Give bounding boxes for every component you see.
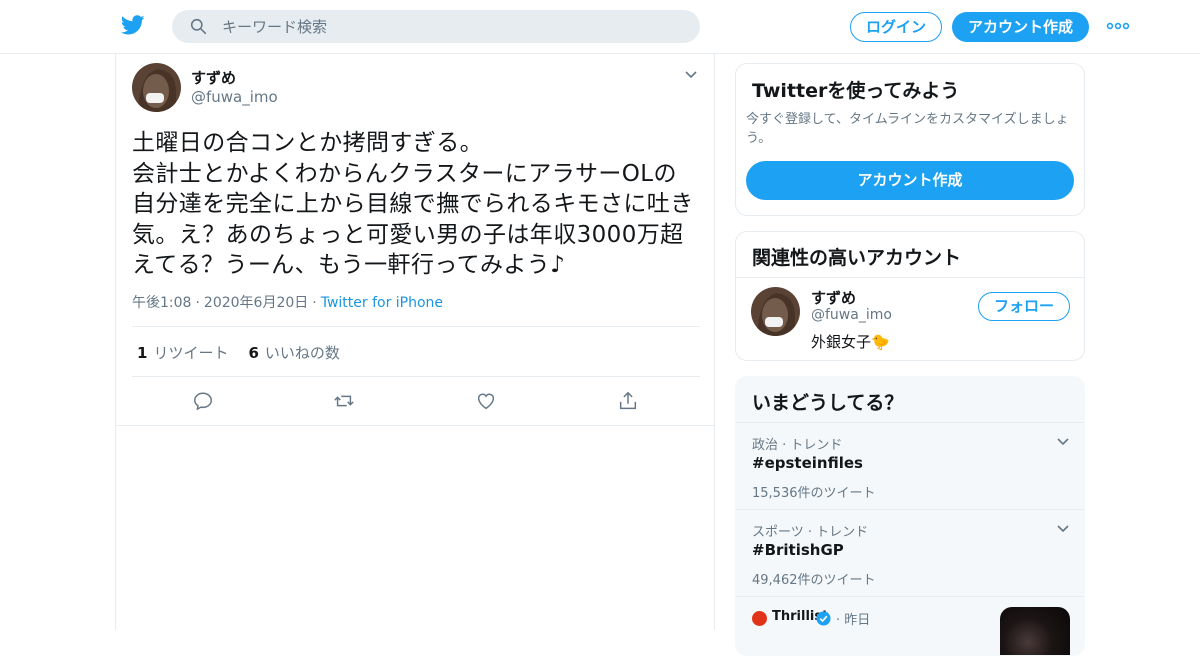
retweet-count: 1 — [137, 344, 148, 362]
tweet-meta: 午後1:08 · 2020年6月20日 · Twitter for iPhone — [132, 292, 443, 312]
retweet-stat[interactable]: 1 リツイート — [137, 344, 228, 362]
avatar-image — [132, 63, 181, 112]
tweet-date[interactable]: 2020年6月20日 — [204, 295, 308, 311]
like-stat[interactable]: 6 いいねの数 — [248, 344, 339, 362]
top-bar: ログイン アカウント作成 — [0, 0, 1200, 54]
signup-card: Twitterを使ってみよう 今すぐ登録して、タイムラインをカスタマイズしましょ… — [735, 63, 1085, 216]
trends-card: いまどうしてる？ 政治 · トレンド #epsteinfiles 15,536件… — [735, 376, 1085, 656]
login-button[interactable]: ログイン — [850, 12, 942, 42]
news-time: · 昨日 — [836, 613, 871, 628]
avatar-image — [751, 287, 800, 336]
trend-item[interactable]: スポーツ · トレンド #BritishGP 49,462件のツイート — [736, 509, 1084, 596]
tweet-text: 土曜日の合コンとか拷問すぎる。 会計士とかよくわからんクラスターにアラサーOLの… — [132, 130, 694, 278]
tweet-stats: 1 リツイート 6 いいねの数 — [137, 342, 340, 363]
source-logo-icon — [752, 611, 767, 626]
search-box[interactable] — [172, 10, 700, 43]
chevron-down-icon[interactable] — [1056, 437, 1070, 447]
author-avatar[interactable] — [132, 63, 181, 112]
divider — [132, 376, 700, 377]
trend-name[interactable]: #BritishGP — [752, 541, 844, 559]
search-icon — [190, 18, 207, 35]
chevron-down-icon[interactable] — [1056, 524, 1070, 534]
trend-item[interactable]: 政治 · トレンド #epsteinfiles 15,536件のツイート — [736, 422, 1084, 509]
signup-card-description: 今すぐ登録して、タイムラインをカスタマイズしましょう。 — [746, 112, 1069, 146]
signup-button[interactable]: アカウント作成 — [952, 12, 1089, 42]
like-label: いいねの数 — [264, 344, 340, 362]
divider — [116, 425, 714, 426]
related-account-name[interactable]: すずめ — [811, 287, 856, 308]
share-icon[interactable] — [617, 390, 639, 412]
more-options-icon[interactable] — [1106, 20, 1130, 32]
retweet-label: リツイート — [153, 344, 229, 362]
related-account-handle[interactable]: @fuwa_imo — [811, 307, 892, 323]
trend-name[interactable]: #epsteinfiles — [752, 454, 863, 472]
divider — [736, 277, 1084, 278]
tweet-time[interactable]: 午後1:08 — [132, 295, 191, 311]
author-handle[interactable]: @fuwa_imo — [191, 88, 278, 106]
trend-context: スポーツ · トレンド — [752, 525, 869, 540]
author-name[interactable]: すずめ — [191, 67, 236, 88]
search-input[interactable] — [222, 10, 682, 43]
reply-icon[interactable] — [192, 390, 214, 412]
trend-count: 15,536件のツイート — [752, 486, 876, 501]
news-thumbnail[interactable] — [1000, 607, 1070, 655]
related-accounts-title: 関連性の高いアカウント — [752, 247, 962, 269]
follow-button[interactable]: フォロー — [978, 292, 1070, 321]
divider — [132, 326, 700, 327]
tweet-column: すずめ @fuwa_imo 土曜日の合コンとか拷問すぎる。 会計士とかよくわから… — [115, 54, 715, 630]
trends-title: いまどうしてる？ — [752, 392, 904, 414]
trend-context: 政治 · トレンド — [752, 438, 843, 453]
chevron-down-icon[interactable] — [684, 70, 698, 80]
related-account-avatar[interactable] — [751, 287, 800, 336]
tweet-source-link[interactable]: Twitter for iPhone — [321, 295, 443, 311]
signup-card-title: Twitterを使ってみよう — [752, 80, 960, 102]
verified-badge-icon — [816, 611, 831, 626]
twitter-logo-icon[interactable] — [120, 13, 146, 37]
trend-count: 49,462件のツイート — [752, 573, 876, 588]
like-icon[interactable] — [475, 390, 497, 412]
like-count: 6 — [248, 344, 259, 362]
signup-card-button[interactable]: アカウント作成 — [746, 161, 1074, 200]
separator-dot: · — [312, 295, 317, 311]
news-item[interactable]: Thrillist · 昨日 — [736, 596, 1084, 655]
retweet-icon[interactable] — [333, 390, 355, 412]
separator-dot: · — [195, 295, 200, 311]
related-accounts-card: 関連性の高いアカウント すずめ @fuwa_imo 外銀女子🐤 フォロー — [735, 231, 1085, 361]
related-account-bio: 外銀女子🐤 — [811, 333, 890, 351]
